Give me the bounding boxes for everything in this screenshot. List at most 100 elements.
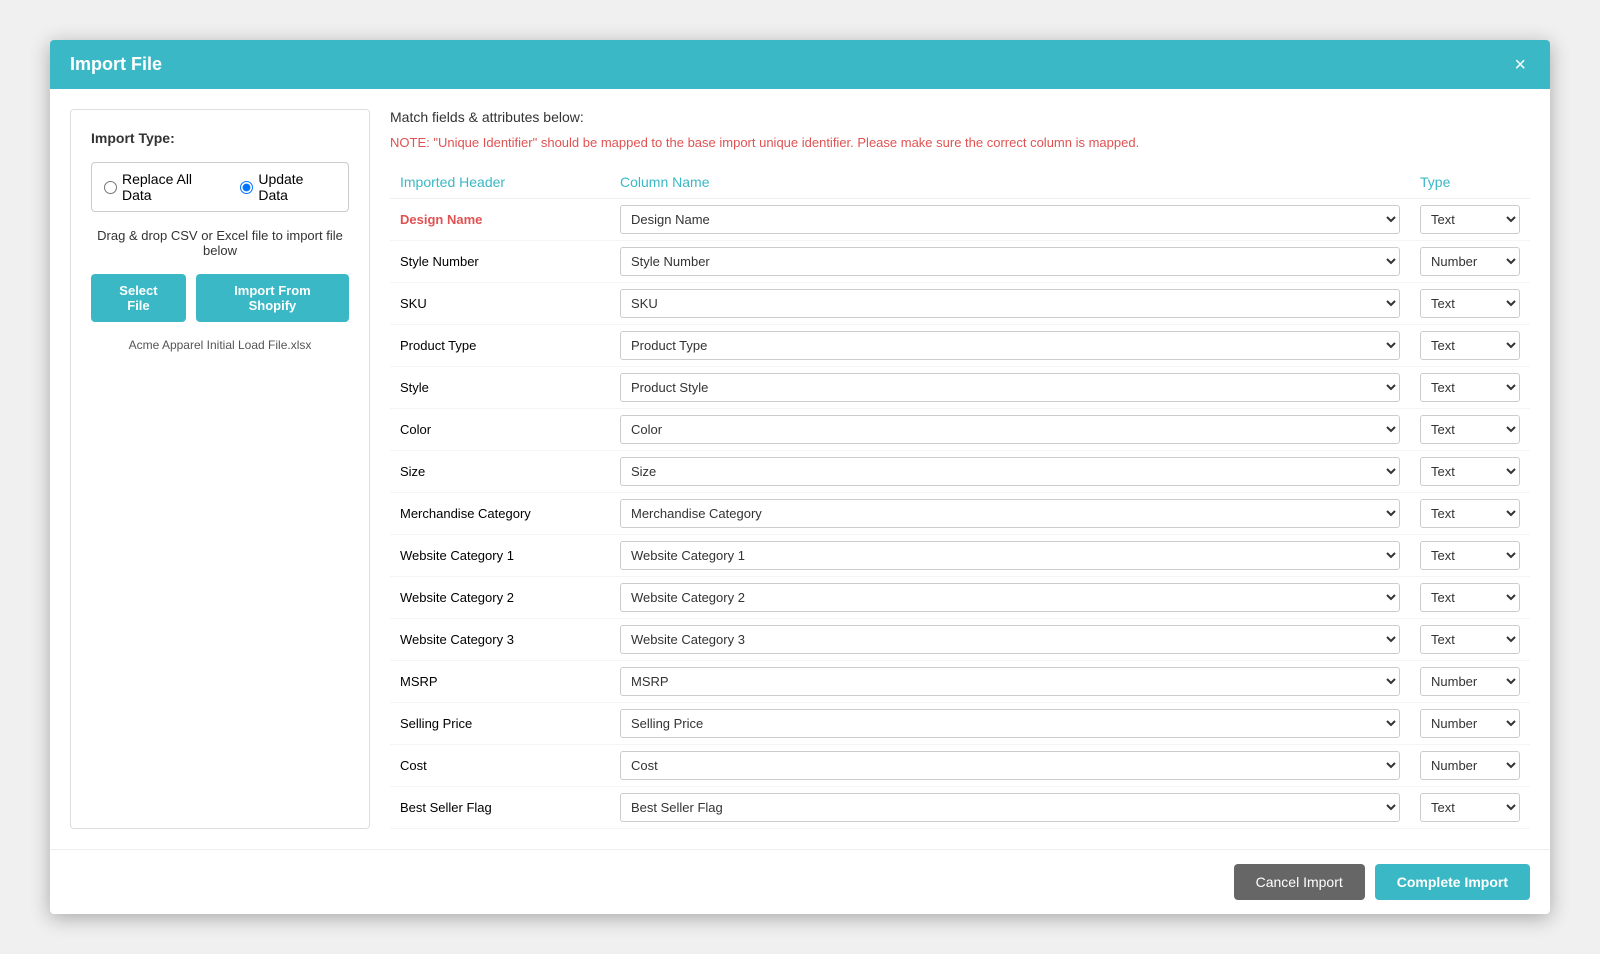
table-row: Style Number Design NameStyle NumberSKUPr… [390, 241, 1530, 283]
import-type-label: Import Type: [91, 130, 349, 146]
column-name-cell: Design NameStyle NumberSKUProduct TypePr… [610, 535, 1410, 577]
type-cell: TextNumberDateBoolean [1410, 535, 1530, 577]
cancel-import-button[interactable]: Cancel Import [1234, 864, 1365, 900]
complete-import-button[interactable]: Complete Import [1375, 864, 1530, 900]
radio-update-label: Update Data [258, 171, 336, 203]
column-name-select[interactable]: Design NameStyle NumberSKUProduct TypePr… [620, 205, 1400, 234]
table-row: Best Seller Flag Design NameStyle NumberS… [390, 787, 1530, 829]
type-select[interactable]: TextNumberDateBoolean [1420, 331, 1520, 360]
type-select[interactable]: TextNumberDateBoolean [1420, 709, 1520, 738]
column-name-select[interactable]: Design NameStyle NumberSKUProduct TypePr… [620, 415, 1400, 444]
type-cell: TextNumberDateBoolean [1410, 787, 1530, 829]
right-panel: Match fields & attributes below: NOTE: "… [390, 109, 1530, 829]
import-shopify-button[interactable]: Import From Shopify [196, 274, 349, 322]
column-name-select[interactable]: Design NameStyle NumberSKUProduct TypePr… [620, 709, 1400, 738]
table-row: Selling Price Design NameStyle NumberSKUP… [390, 703, 1530, 745]
imported-header-cell: Merchandise Category [390, 493, 610, 535]
modal-footer: Cancel Import Complete Import [50, 849, 1550, 914]
type-cell: TextNumberDateBoolean [1410, 325, 1530, 367]
type-select[interactable]: TextNumberDateBoolean [1420, 625, 1520, 654]
import-file-modal: Import File × Import Type: Replace All D… [50, 40, 1550, 914]
radio-replace-input[interactable] [104, 181, 117, 194]
type-select[interactable]: TextNumberDateBoolean [1420, 667, 1520, 696]
table-row: Website Category 1Design NameStyle Numbe… [390, 535, 1530, 577]
column-name-select[interactable]: Design NameStyle NumberSKUProduct TypePr… [620, 247, 1400, 276]
selected-file-name: Acme Apparel Initial Load File.xlsx [91, 338, 349, 352]
imported-header-cell: Product Type [390, 325, 610, 367]
type-cell: TextNumberDateBoolean [1410, 577, 1530, 619]
left-panel: Import Type: Replace All Data Update Dat… [70, 109, 370, 829]
column-name-select[interactable]: Design NameStyle NumberSKUProduct TypePr… [620, 625, 1400, 654]
type-cell: TextNumberDateBoolean [1410, 367, 1530, 409]
table-row: Website Category 3Design NameStyle Numbe… [390, 619, 1530, 661]
column-name-cell: Design NameStyle NumberSKUProduct TypePr… [610, 367, 1410, 409]
imported-header-cell: Style Number [390, 241, 610, 283]
imported-header-cell: MSRP [390, 661, 610, 703]
th-imported-header: Imported Header [390, 166, 610, 199]
imported-header-cell: Selling Price [390, 703, 610, 745]
imported-header-cell: Cost [390, 745, 610, 787]
radio-update-option[interactable]: Update Data [240, 171, 336, 203]
type-cell: TextNumberDateBoolean [1410, 493, 1530, 535]
type-select[interactable]: TextNumberDateBoolean [1420, 499, 1520, 528]
select-file-button[interactable]: Select File [91, 274, 186, 322]
radio-update-input[interactable] [240, 181, 253, 194]
type-cell: TextNumberDateBoolean [1410, 283, 1530, 325]
modal-body: Import Type: Replace All Data Update Dat… [50, 89, 1550, 849]
column-name-select[interactable]: Design NameStyle NumberSKUProduct TypePr… [620, 499, 1400, 528]
table-row: Size Design NameStyle NumberSKUProduct Ty… [390, 451, 1530, 493]
type-select[interactable]: TextNumberDateBoolean [1420, 289, 1520, 318]
column-name-cell: Design NameStyle NumberSKUProduct TypePr… [610, 745, 1410, 787]
table-row: Merchandise Category Design NameStyle Num… [390, 493, 1530, 535]
column-name-cell: Design NameStyle NumberSKUProduct TypePr… [610, 577, 1410, 619]
type-cell: TextNumberDateBoolean [1410, 199, 1530, 241]
table-row: Cost Design NameStyle NumberSKUProduct Ty… [390, 745, 1530, 787]
type-cell: TextNumberDateBoolean [1410, 241, 1530, 283]
imported-header-cell: Style [390, 367, 610, 409]
radio-replace-label: Replace All Data [122, 171, 224, 203]
table-row: MSRP Design NameStyle NumberSKUProduct Ty… [390, 661, 1530, 703]
radio-group: Replace All Data Update Data [91, 162, 349, 212]
column-name-select[interactable]: Design NameStyle NumberSKUProduct TypePr… [620, 583, 1400, 612]
type-cell: TextNumberDateBoolean [1410, 661, 1530, 703]
type-select[interactable]: TextNumberDateBoolean [1420, 541, 1520, 570]
column-name-cell: Design NameStyle NumberSKUProduct TypePr… [610, 619, 1410, 661]
type-select[interactable]: TextNumberDateBoolean [1420, 247, 1520, 276]
column-name-cell: Design NameStyle NumberSKUProduct TypePr… [610, 703, 1410, 745]
column-name-select[interactable]: Design NameStyle NumberSKUProduct TypePr… [620, 541, 1400, 570]
type-select[interactable]: TextNumberDateBoolean [1420, 793, 1520, 822]
column-name-select[interactable]: Design NameStyle NumberSKUProduct TypePr… [620, 457, 1400, 486]
column-name-select[interactable]: Design NameStyle NumberSKUProduct TypePr… [620, 667, 1400, 696]
column-name-select[interactable]: Design NameStyle NumberSKUProduct TypePr… [620, 289, 1400, 318]
column-name-cell: Design NameStyle NumberSKUProduct TypePr… [610, 199, 1410, 241]
column-name-cell: Design NameStyle NumberSKUProduct TypePr… [610, 283, 1410, 325]
type-cell: TextNumberDateBoolean [1410, 409, 1530, 451]
close-button[interactable]: × [1510, 55, 1530, 75]
column-name-cell: Design NameStyle NumberSKUProduct TypePr… [610, 787, 1410, 829]
th-column-header: Column Name [610, 166, 1410, 199]
imported-header-cell: SKU [390, 283, 610, 325]
table-row: SKU Design NameStyle NumberSKUProduct Typ… [390, 283, 1530, 325]
table-row: Color Design NameStyle NumberSKUProduct T… [390, 409, 1530, 451]
column-name-cell: Design NameStyle NumberSKUProduct TypePr… [610, 451, 1410, 493]
imported-header-cell: Best Seller Flag [390, 787, 610, 829]
column-name-cell: Design NameStyle NumberSKUProduct TypePr… [610, 241, 1410, 283]
type-select[interactable]: TextNumberDateBoolean [1420, 205, 1520, 234]
column-name-cell: Design NameStyle NumberSKUProduct TypePr… [610, 493, 1410, 535]
column-name-select[interactable]: Design NameStyle NumberSKUProduct TypePr… [620, 331, 1400, 360]
type-select[interactable]: TextNumberDateBoolean [1420, 751, 1520, 780]
imported-header-cell: Color [390, 409, 610, 451]
type-select[interactable]: TextNumberDateBoolean [1420, 373, 1520, 402]
imported-header-cell: Size [390, 451, 610, 493]
column-name-select[interactable]: Design NameStyle NumberSKUProduct TypePr… [620, 373, 1400, 402]
column-name-select[interactable]: Design NameStyle NumberSKUProduct TypePr… [620, 793, 1400, 822]
modal-header: Import File × [50, 40, 1550, 89]
column-name-cell: Design NameStyle NumberSKUProduct TypePr… [610, 325, 1410, 367]
type-select[interactable]: TextNumberDateBoolean [1420, 457, 1520, 486]
type-select[interactable]: TextNumberDateBoolean [1420, 415, 1520, 444]
note-text: NOTE: "Unique Identifier" should be mapp… [390, 135, 1530, 150]
column-name-select[interactable]: Design NameStyle NumberSKUProduct TypePr… [620, 751, 1400, 780]
imported-header-cell: Design Name [390, 199, 610, 241]
radio-replace-option[interactable]: Replace All Data [104, 171, 224, 203]
type-select[interactable]: TextNumberDateBoolean [1420, 583, 1520, 612]
